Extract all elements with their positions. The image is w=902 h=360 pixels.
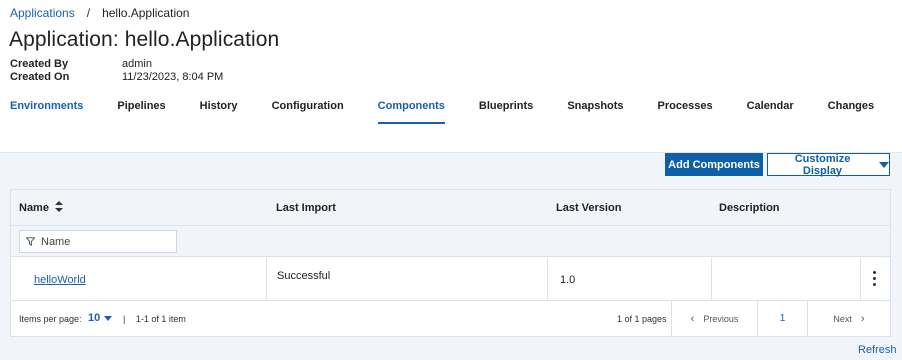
name-filter-input[interactable] xyxy=(41,235,161,248)
tab-processes[interactable]: Processes xyxy=(658,95,713,125)
page-title: Application: hello.Application xyxy=(9,28,280,51)
page-count: 1 of 1 pages xyxy=(617,314,667,324)
caret-down-icon xyxy=(104,315,113,321)
range-separator: | xyxy=(123,314,126,324)
application-meta: Created By admin Created On 11/23/2023, … xyxy=(10,58,223,83)
breadcrumb-separator: / xyxy=(86,6,91,20)
tab-bar: Environments Pipelines History Configura… xyxy=(10,95,902,125)
customize-display-label: Customize Display xyxy=(794,152,851,177)
breadcrumb-applications-link[interactable]: Applications xyxy=(10,6,75,20)
last-import-value: Successful xyxy=(277,270,331,282)
created-by-value: admin xyxy=(122,58,152,70)
table-header: Name Last Import Last Version Descriptio… xyxy=(11,190,890,226)
component-link[interactable]: helloWorld xyxy=(34,274,86,286)
customize-display-button[interactable]: Customize Display xyxy=(767,152,890,177)
items-per-page-value: 10 xyxy=(88,312,101,324)
cell-name: helloWorld xyxy=(11,258,267,301)
column-header-last-version: Last Version xyxy=(556,202,622,214)
created-on-label: Created On xyxy=(10,70,70,83)
filter-row xyxy=(11,226,890,257)
tab-changes[interactable]: Changes xyxy=(828,95,874,125)
next-label: Next xyxy=(833,313,852,324)
tab-blueprints[interactable]: Blueprints xyxy=(479,95,533,125)
item-range-text: 1-1 of 1 item xyxy=(135,314,186,324)
cell-last-import: Successful xyxy=(267,258,548,301)
tab-components[interactable]: Components xyxy=(377,95,446,125)
tab-calendar[interactable]: Calendar xyxy=(747,95,794,125)
sort-icon[interactable] xyxy=(54,201,63,213)
tab-history[interactable]: History xyxy=(200,95,238,125)
chevron-right-icon: › xyxy=(860,312,865,325)
created-by-label: Created By xyxy=(10,58,69,70)
pagination: Items per page: 10 | 1-1 of 1 item 1 of … xyxy=(11,301,890,336)
cell-last-version: 1.0 xyxy=(548,258,712,301)
previous-page-button[interactable]: ‹ Previous xyxy=(671,301,757,336)
chevron-left-icon: ‹ xyxy=(690,312,695,325)
tab-configuration[interactable]: Configuration xyxy=(272,95,344,125)
next-page-button[interactable]: Next › xyxy=(807,301,890,336)
column-header-description: Description xyxy=(719,202,780,214)
created-on-value: 11/23/2023, 8:04 PM xyxy=(122,70,224,83)
breadcrumb: Applications / hello.Application xyxy=(10,6,189,20)
item-range: | 1-1 of 1 item xyxy=(123,314,186,324)
overflow-menu-icon[interactable] xyxy=(873,271,877,287)
cell-description xyxy=(712,258,861,301)
tab-snapshots[interactable]: Snapshots xyxy=(567,95,623,125)
caret-down-icon xyxy=(879,161,889,168)
table-row: helloWorld Successful 1.0 xyxy=(11,258,890,301)
cell-actions xyxy=(861,258,890,301)
breadcrumb-current: hello.Application xyxy=(102,6,190,20)
filter-icon xyxy=(26,237,35,246)
refresh-link[interactable]: Refresh xyxy=(858,344,897,356)
last-version-value: 1.0 xyxy=(560,274,576,286)
column-header-last-import: Last Import xyxy=(276,202,336,214)
name-filter xyxy=(19,230,177,253)
tab-pipelines[interactable]: Pipelines xyxy=(117,95,165,125)
previous-label: Previous xyxy=(703,313,739,324)
components-table: Name Last Import Last Version Descriptio… xyxy=(10,189,891,337)
column-header-name[interactable]: Name xyxy=(19,201,63,214)
current-page-input[interactable]: 1 xyxy=(757,301,807,336)
items-per-page-select[interactable]: 10 xyxy=(88,312,113,324)
items-per-page-label: Items per page: xyxy=(19,314,82,324)
tab-environments[interactable]: Environments xyxy=(10,95,83,125)
add-components-button[interactable]: Add Components xyxy=(665,153,763,176)
